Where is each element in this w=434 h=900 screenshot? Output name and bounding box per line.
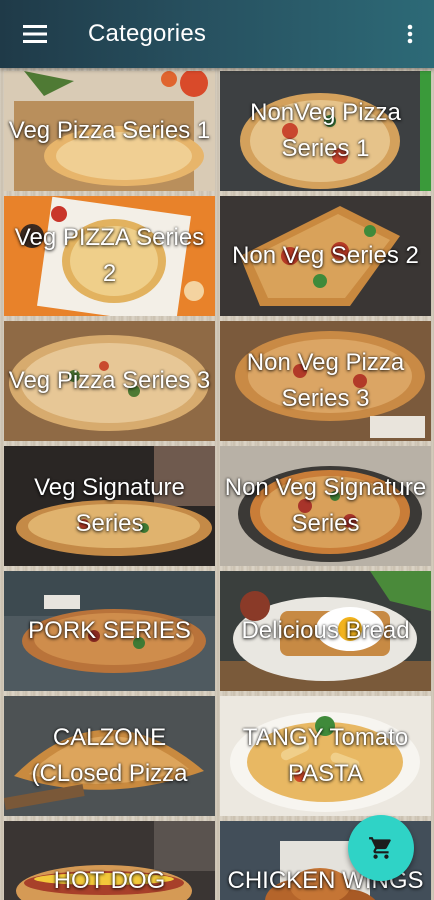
category-label: Non Veg Series 2 (232, 242, 419, 269)
category-tile-tangy-tomato-pasta[interactable]: TANGY Tomato PASTA (220, 696, 431, 816)
category-label: Non Veg Signature Series (224, 474, 427, 537)
category-label: HOT DOG (53, 867, 166, 894)
category-label: TANGY Tomato PASTA (242, 724, 409, 787)
menu-button[interactable] (18, 17, 52, 51)
category-tile-veg-pizza-series-3[interactable]: Veg Pizza Series 3 (4, 321, 215, 441)
category-tile-pork-series[interactable]: PORK SERIES (4, 571, 215, 691)
category-tile-nonveg-pizza-series-1[interactable]: NonVeg Pizza Series 1 (220, 71, 431, 191)
shopping-cart-icon (369, 837, 391, 859)
category-label: CALZONE (CLosed Pizza (31, 724, 188, 787)
category-tile-calzone[interactable]: CALZONE (CLosed Pizza (4, 696, 215, 816)
category-tile-non-veg-pizza-series-3[interactable]: Non Veg Pizza Series 3 (220, 321, 431, 441)
cart-fab-button[interactable] (348, 815, 414, 881)
category-label: Veg Signature Series (34, 474, 185, 537)
category-label: Veg Pizza Series 1 (8, 117, 211, 144)
category-label: Non Veg Pizza Series 3 (246, 349, 405, 412)
more-vert-icon (407, 24, 413, 44)
page-title: Categories (88, 20, 207, 47)
category-label: Veg Pizza Series 3 (8, 367, 211, 394)
hamburger-menu-icon (23, 25, 47, 43)
category-label: NonVeg Pizza Series 1 (250, 99, 401, 162)
category-label: PORK SERIES (28, 617, 191, 644)
category-tile-veg-pizza-series-2[interactable]: Veg PIZZA Series 2 (4, 196, 215, 316)
category-label: Veg PIZZA Series 2 (14, 224, 205, 287)
app-bar: Categories (0, 0, 434, 68)
category-label: Delicious Bread (241, 617, 410, 644)
category-grid: Veg Pizza Series 1 NonVeg Pizza Series 1 (0, 68, 434, 900)
category-tile-non-veg-series-2[interactable]: Non Veg Series 2 (220, 196, 431, 316)
category-tile-non-veg-signature-series[interactable]: Non Veg Signature Series (220, 446, 431, 566)
category-tile-veg-pizza-series-1[interactable]: Veg Pizza Series 1 (4, 71, 215, 191)
category-tile-veg-signature-series[interactable]: Veg Signature Series (4, 446, 215, 566)
overflow-menu-button[interactable] (400, 17, 420, 51)
category-tile-hot-dog[interactable]: HOT DOG (4, 821, 215, 900)
category-tile-delicious-bread[interactable]: Delicious Bread (220, 571, 431, 691)
